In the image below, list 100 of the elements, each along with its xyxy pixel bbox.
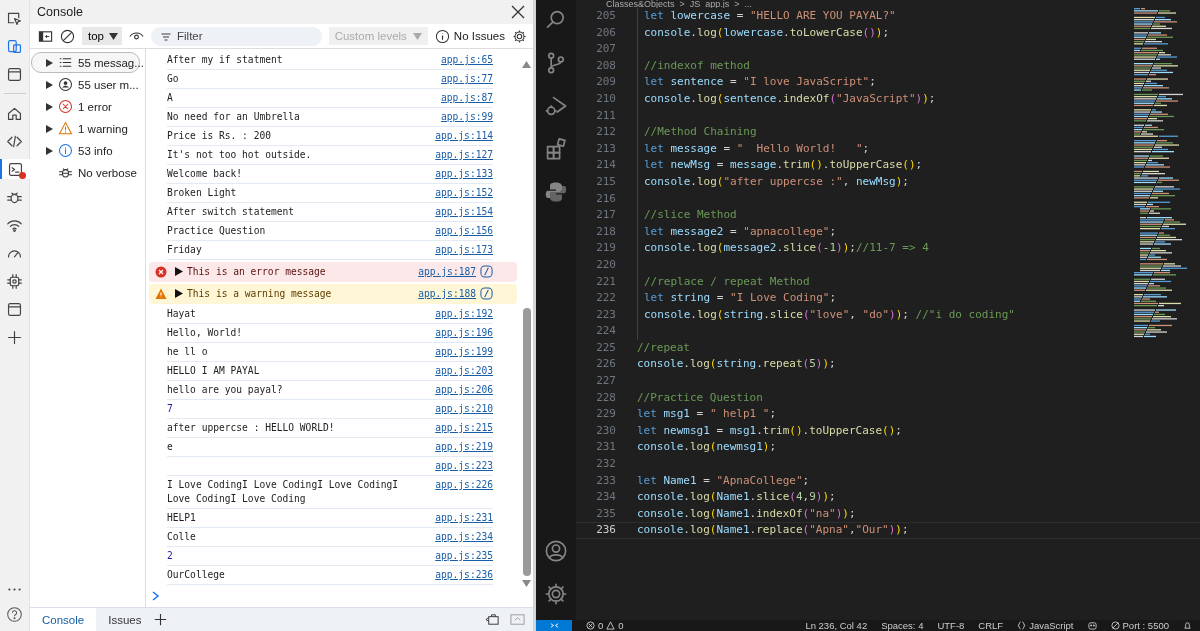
breadcrumb-item[interactable]: ...	[744, 0, 753, 8]
breadcrumb-item[interactable]: >	[734, 0, 740, 8]
source-link[interactable]: app.js:236	[425, 568, 493, 582]
filter-item[interactable]: 53 info	[31, 140, 140, 161]
code-line: console.log(sentence.indexOf("JavaScript"));	[644, 91, 936, 105]
clear-icon[interactable]	[60, 28, 75, 44]
source-link[interactable]: app.js:206	[425, 383, 493, 397]
copilot-icon[interactable]	[1087, 621, 1097, 630]
source-link[interactable]: app.js:188	[408, 286, 476, 302]
panel-tab[interactable]: Console	[30, 608, 97, 631]
breadcrumb-item[interactable]: Classes&Objects	[606, 0, 675, 8]
expand-arrow-icon[interactable]	[46, 80, 53, 89]
source-link[interactable]: app.js:154	[425, 205, 493, 219]
source-link[interactable]: app.js:215	[425, 421, 493, 435]
source-link[interactable]: app.js:223	[425, 459, 493, 473]
explain-icon[interactable]	[480, 287, 493, 300]
log-message: It's not too hot outside.	[167, 148, 313, 162]
source-link[interactable]: app.js:234	[425, 530, 493, 544]
account-icon[interactable]	[544, 539, 568, 563]
chip-icon[interactable]	[6, 272, 23, 290]
language-mode[interactable]: JavaScript	[1029, 620, 1074, 631]
source-link[interactable]: app.js:187	[408, 264, 476, 280]
blocks-icon[interactable]	[544, 137, 568, 161]
code-line: console.log(string.slice("love", "do")); //"i do coding"	[644, 307, 1015, 321]
filter-item[interactable]: 1 warning	[31, 118, 140, 139]
source-link[interactable]: app.js:203	[425, 364, 493, 378]
error-count[interactable]: 0	[598, 620, 604, 631]
source-link[interactable]: app.js:231	[425, 511, 493, 525]
console-icon[interactable]	[7, 160, 24, 178]
prompt-icon[interactable]	[152, 591, 160, 601]
filter-item[interactable]: No verbose	[31, 162, 140, 183]
bell-icon[interactable]	[1183, 621, 1192, 630]
source-link[interactable]: app.js:99	[431, 110, 493, 124]
scroll-up-icon[interactable]	[522, 61, 531, 68]
filter-item[interactable]: 55 user m...	[31, 74, 140, 95]
play-bug-icon[interactable]	[544, 94, 568, 118]
info-icon[interactable]	[434, 28, 450, 44]
encoding[interactable]: UTF-8	[937, 620, 965, 631]
expand-arrow-icon[interactable]	[46, 58, 53, 67]
line-number: 214	[595, 157, 617, 174]
explain-icon[interactable]	[480, 265, 493, 278]
source-link[interactable]: app.js:192	[425, 307, 493, 321]
source-link[interactable]: app.js:219	[425, 440, 493, 454]
source-link[interactable]: app.js:196	[425, 326, 493, 340]
indentation[interactable]: Spaces: 4	[881, 620, 924, 631]
cursor-position[interactable]: Ln 236, Col 42	[805, 620, 868, 631]
expand-arrow-icon[interactable]	[46, 146, 53, 155]
source-link[interactable]: app.js:152	[425, 186, 493, 200]
issues-count[interactable]: No Issues	[453, 30, 505, 42]
device-icon[interactable]	[6, 37, 23, 55]
bug-icon	[58, 165, 73, 180]
source-link[interactable]: app.js:114	[425, 129, 493, 143]
expand-arrow-icon[interactable]	[175, 267, 183, 276]
source-link[interactable]: app.js:173	[425, 243, 493, 257]
expand-arrow-icon[interactable]	[175, 289, 183, 298]
source-link[interactable]: app.js:210	[425, 402, 493, 416]
source-link[interactable]: app.js:87	[431, 91, 493, 105]
scroll-down-icon[interactable]	[522, 580, 531, 587]
user-icon	[58, 77, 73, 92]
live-server-port[interactable]: Port : 5500	[1122, 620, 1169, 631]
line-ending[interactable]: CRLF	[978, 620, 1004, 631]
line-number: 205	[595, 8, 617, 24]
line-number: 222	[595, 290, 617, 307]
source-link[interactable]: app.js:65	[431, 53, 493, 67]
source-link[interactable]: app.js:133	[425, 167, 493, 181]
braces-icon	[1017, 621, 1027, 630]
plus-icon[interactable]	[6, 328, 23, 346]
line-number: 234	[595, 489, 617, 506]
expand-arrow-icon[interactable]	[46, 124, 53, 133]
filter-item[interactable]: 1 error	[31, 96, 140, 117]
window-icon[interactable]	[6, 65, 23, 83]
dock-icon[interactable]	[485, 612, 500, 627]
warning-count[interactable]: 0	[618, 620, 624, 631]
window-icon[interactable]	[6, 300, 23, 318]
log-message: No need for an Umbrella	[167, 110, 301, 124]
settings-icon[interactable]	[512, 28, 527, 44]
log-message: This is an error message	[187, 265, 327, 279]
filter-field[interactable]: Filter	[151, 26, 322, 46]
breadcrumb-item[interactable]: >	[679, 0, 685, 8]
source-link[interactable]: app.js:156	[425, 224, 493, 238]
source-link[interactable]: app.js:235	[425, 549, 493, 563]
line-number: 223	[595, 306, 617, 323]
help-icon[interactable]	[6, 606, 23, 623]
breadcrumb-item[interactable]: app.js	[705, 0, 730, 8]
source-link[interactable]: app.js:226	[425, 478, 493, 492]
close-icon[interactable]	[511, 5, 525, 19]
sidebar-toggle-icon[interactable]	[38, 28, 53, 44]
source-link[interactable]: app.js:77	[431, 72, 493, 86]
warning-icon	[606, 621, 616, 630]
expand-arrow-icon[interactable]	[46, 102, 53, 111]
panel-tab[interactable]: Issues	[96, 608, 154, 631]
source-link[interactable]: app.js:199	[425, 345, 493, 359]
line-number: 228	[595, 389, 617, 406]
breadcrumb-item[interactable]: JS	[689, 0, 701, 8]
snake-icon[interactable]	[544, 180, 568, 204]
code-line: console.log(string.repeat(5));	[637, 357, 836, 371]
context-dropdown[interactable]: top	[82, 27, 122, 45]
source-link[interactable]: app.js:127	[425, 148, 493, 162]
scrollbar-thumb[interactable]	[522, 308, 531, 576]
add-tab-icon[interactable]	[153, 612, 169, 627]
